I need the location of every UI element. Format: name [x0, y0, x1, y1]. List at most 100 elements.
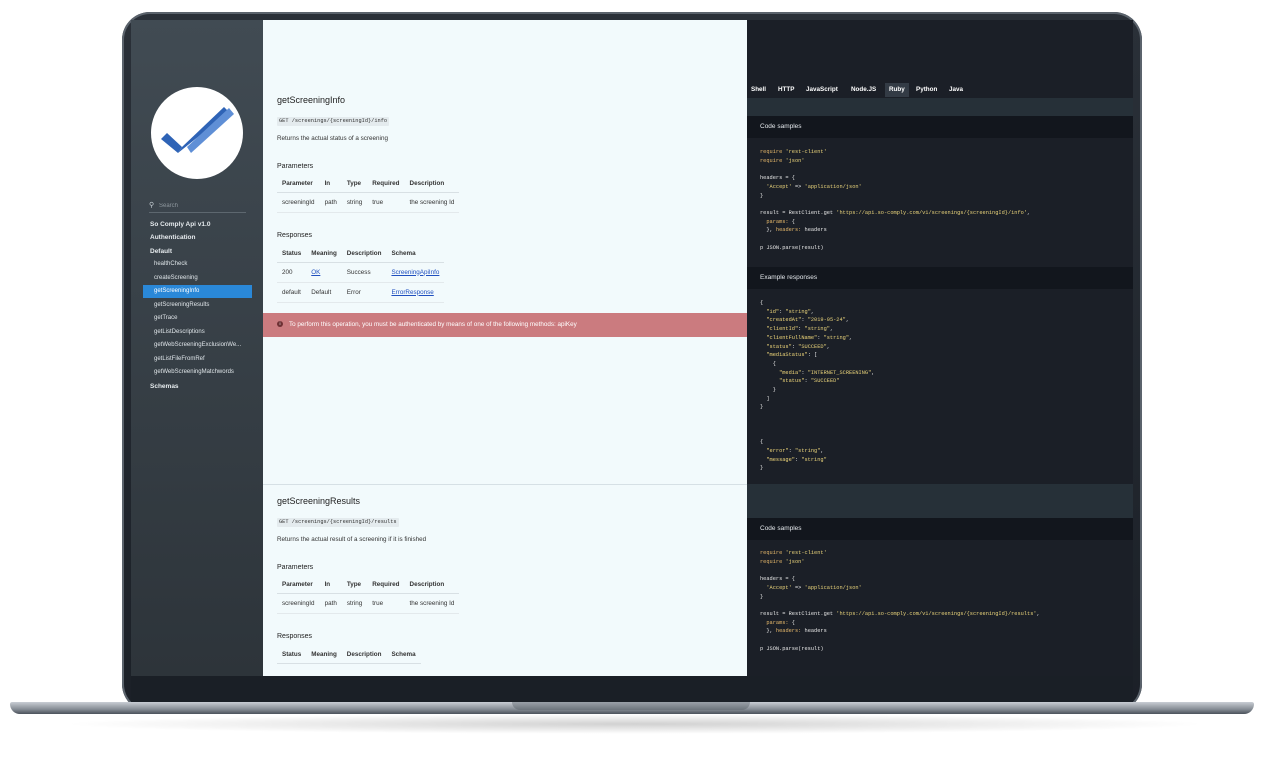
table-cell: ScreeningApiInfo: [386, 262, 445, 283]
column-header: In: [319, 576, 342, 594]
table-cell: Error: [341, 282, 387, 303]
nav-item-getwebscreeningexclusion[interactable]: getWebScreeningExclusionWe...: [143, 339, 252, 352]
parameters-table: Parameter In Type Required Description s…: [277, 576, 460, 614]
op-title: getScreeningInfo: [277, 95, 346, 105]
nav-item-createscreening[interactable]: createScreening: [143, 272, 252, 285]
column-header: Description: [341, 245, 387, 263]
search-input[interactable]: [159, 200, 245, 211]
table-cell: the screening Id: [404, 593, 460, 614]
nav-item-healthcheck[interactable]: healthCheck: [143, 258, 252, 271]
screen: ⚲ So Comply Api v1.0 Authentication Defa…: [131, 20, 1133, 676]
tab-java[interactable]: Java: [945, 83, 967, 97]
table-row: screeningId path string true the screeni…: [277, 593, 460, 614]
parameters-heading: Parameters: [277, 163, 314, 170]
logo: [151, 87, 243, 179]
docs-content: getScreeningInfo GET /screenings/{screen…: [263, 20, 747, 676]
column-header: Required: [367, 175, 405, 193]
column-header: Status: [277, 245, 307, 263]
parameters-heading: Parameters: [277, 564, 314, 571]
table-cell: Success: [341, 262, 387, 283]
column-header: Type: [341, 576, 368, 594]
responses-heading: Responses: [277, 232, 313, 239]
request-url: 'https://api.so-comply.com/v1/screenings…: [836, 209, 1028, 216]
table-cell: screeningId: [277, 593, 320, 614]
table-cell: OK: [306, 262, 342, 283]
responses-table: Status Meaning Description Schema 200 OK…: [277, 245, 445, 303]
laptop-shadow: [60, 714, 1210, 734]
table-cell: the screening Id: [404, 192, 460, 213]
column-header: Description: [404, 175, 460, 193]
screen-bezel: [131, 676, 1133, 702]
nav-item-getwebscreeningmatchwords[interactable]: getWebScreeningMatchwords: [143, 366, 252, 379]
column-header: Parameter: [277, 576, 320, 594]
column-header: Schema: [386, 646, 421, 664]
schema-link[interactable]: ErrorResponse: [391, 289, 433, 296]
table-cell: ErrorResponse: [386, 282, 445, 303]
tab-python[interactable]: Python: [912, 83, 941, 97]
code-samples-heading: Code samples: [747, 116, 1133, 138]
responses-heading: Responses: [277, 633, 313, 640]
ok-link[interactable]: OK: [311, 269, 320, 276]
nav-item-getlistfilefromref[interactable]: getListFileFromRef: [143, 353, 252, 366]
column-header: Description: [341, 646, 387, 664]
column-header: In: [319, 175, 342, 193]
tab-ruby[interactable]: Ruby: [885, 83, 909, 97]
sidebar: ⚲ So Comply Api v1.0 Authentication Defa…: [131, 20, 263, 676]
code-samples-heading: Code samples: [747, 518, 1133, 540]
nav-schemas[interactable]: Schemas: [150, 383, 179, 390]
column-header: Schema: [386, 245, 445, 263]
nav-default[interactable]: Default: [150, 248, 172, 255]
tab-nodejs[interactable]: Node.JS: [847, 83, 880, 97]
code-panel: Shell HTTP JavaScript Node.JS Ruby Pytho…: [747, 20, 1133, 676]
request-url: 'https://api.so-comply.com/v1/screenings…: [836, 610, 1037, 617]
example-response-json: { "id": "string", "createdAt": "2019-05-…: [747, 299, 1133, 483]
parameters-table: Parameter In Type Required Description s…: [277, 175, 460, 213]
search-icon: ⚲: [149, 202, 155, 209]
table-cell: 200: [277, 262, 307, 283]
table-row: 200 OK Success ScreeningApiInfo: [277, 262, 445, 283]
double-check-logo-icon: [161, 107, 234, 153]
search-box[interactable]: ⚲: [149, 200, 246, 213]
example-date: "2019-05-24": [807, 317, 846, 324]
table-row: screeningId path string true the screeni…: [277, 192, 460, 213]
table-cell: string: [341, 192, 368, 213]
table-cell: true: [367, 593, 405, 614]
nav-item-getscreeningresults[interactable]: getScreeningResults: [143, 299, 252, 312]
example-responses-heading: Example responses: [747, 267, 1133, 289]
section-divider: [263, 484, 747, 485]
column-header: Parameter: [277, 175, 320, 193]
table-cell: path: [319, 192, 342, 213]
laptop-notch: [512, 702, 750, 710]
responses-table: Status Meaning Description Schema: [277, 646, 421, 664]
column-header: Type: [341, 175, 368, 193]
column-header: Status: [277, 646, 307, 664]
schema-link[interactable]: ScreeningApiInfo: [391, 269, 439, 276]
table-cell: Default: [306, 282, 342, 303]
table-row: default Default Error ErrorResponse: [277, 282, 445, 303]
table-cell: default: [277, 282, 307, 303]
table-cell: path: [319, 593, 342, 614]
info-icon: i: [277, 321, 283, 328]
nav-api-title[interactable]: So Comply Api v1.0: [150, 221, 210, 228]
endpoint-code: GET /screenings/{screeningId}/results: [277, 518, 399, 527]
code-sample-ruby: require 'rest-client' require 'json' hea…: [747, 148, 1133, 266]
table-cell: string: [341, 593, 368, 614]
table-cell: true: [367, 192, 405, 213]
op-title: getScreeningResults: [277, 496, 361, 506]
op-description: Returns the actual result of a screening…: [277, 536, 427, 543]
nav-authentication[interactable]: Authentication: [150, 234, 196, 241]
auth-notice: i To perform this operation, you must be …: [263, 313, 747, 337]
nav-item-getlistdescriptions[interactable]: getListDescriptions: [143, 326, 252, 339]
code-sample-ruby: require 'rest-client' require 'json' hea…: [747, 549, 1133, 676]
tab-shell[interactable]: Shell: [747, 83, 770, 97]
op-description: Returns the actual status of a screening: [277, 135, 388, 142]
column-header: Description: [404, 576, 460, 594]
tab-http[interactable]: HTTP: [774, 83, 798, 97]
tab-javascript[interactable]: JavaScript: [802, 83, 842, 97]
column-header: Required: [367, 576, 405, 594]
nav-item-gettrace[interactable]: getTrace: [143, 312, 252, 325]
nav-item-getscreeninginfo[interactable]: getScreeningInfo: [143, 285, 252, 298]
panel-band: [747, 98, 1133, 116]
table-cell: screeningId: [277, 192, 320, 213]
column-header: Meaning: [306, 245, 342, 263]
